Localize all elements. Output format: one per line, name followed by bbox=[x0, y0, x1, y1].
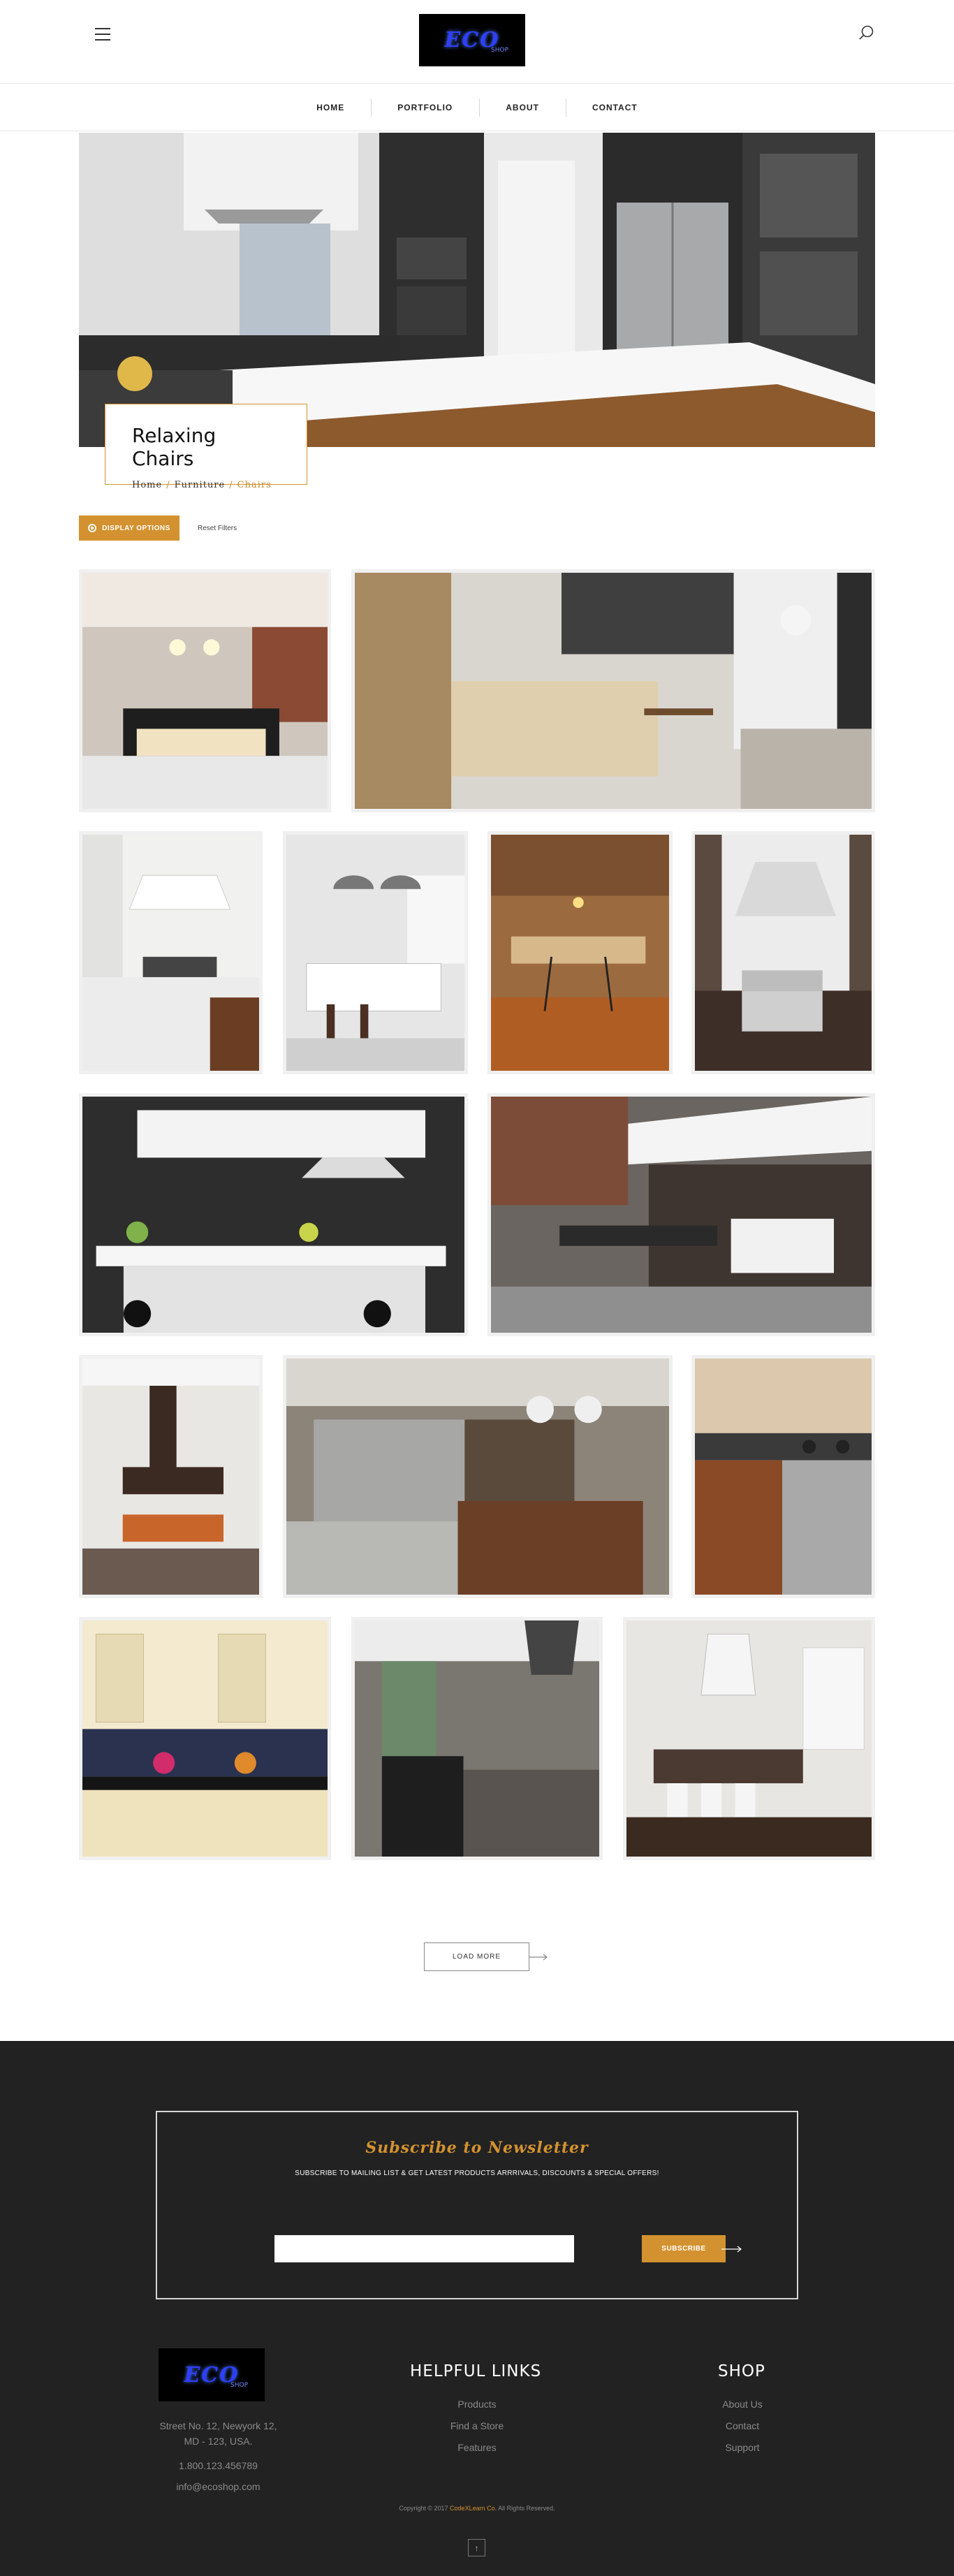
footer-link-products[interactable]: Products bbox=[414, 2399, 540, 2410]
site-header: ECO SHOP bbox=[0, 0, 954, 84]
breadcrumb-current: Chairs bbox=[237, 480, 272, 490]
logo-subtext: SHOP bbox=[491, 47, 508, 54]
footer-link-features[interactable]: Features bbox=[414, 2442, 540, 2453]
gallery-item[interactable] bbox=[487, 1093, 875, 1336]
page-title: Relaxing Chairs bbox=[132, 424, 217, 470]
newsletter-box: Subscribe to Newsletter SUBSCRIBE TO MAI… bbox=[156, 2111, 798, 2299]
gallery-item[interactable] bbox=[283, 1355, 673, 1598]
gallery-item[interactable] bbox=[79, 569, 331, 812]
display-options-label: DISPLAY OPTIONS bbox=[102, 524, 170, 532]
filter-row: DISPLAY OPTIONS Reset Filters bbox=[79, 515, 237, 541]
footer-address: Street No. 12, Newyork 12, MD - 123, USA… bbox=[159, 2420, 277, 2447]
gallery-item[interactable] bbox=[283, 831, 468, 1074]
scroll-top-button[interactable]: ↑ bbox=[468, 2539, 485, 2556]
breadcrumb-furniture[interactable]: Furniture bbox=[175, 480, 226, 490]
page: ECO SHOP HOME PORTFOLIO ABOUT CONTACT Re… bbox=[0, 0, 954, 2576]
nav-contact[interactable]: CONTACT bbox=[565, 98, 664, 117]
nav-home[interactable]: HOME bbox=[290, 103, 371, 112]
footer-phone: 1.800.123.456789 bbox=[179, 2460, 258, 2471]
logo-subtext: SHOP bbox=[230, 2382, 248, 2389]
breadcrumb-home[interactable]: Home bbox=[132, 480, 162, 490]
newsletter-subtitle: SUBSCRIBE TO MAILING LIST & GET LATEST P… bbox=[295, 2169, 659, 2177]
breadcrumb: Home / Furniture / Chairs bbox=[132, 480, 272, 490]
search-icon[interactable] bbox=[858, 24, 876, 42]
copyright-brand[interactable]: CodeXLearn Co. bbox=[450, 2505, 497, 2512]
reset-filters-link[interactable]: Reset Filters bbox=[198, 525, 237, 532]
nav-about[interactable]: ABOUT bbox=[479, 98, 566, 117]
footer-logo[interactable]: ECO SHOP bbox=[159, 2348, 265, 2401]
newsletter-email-input[interactable] bbox=[274, 2235, 574, 2262]
nav-portfolio[interactable]: PORTFOLIO bbox=[371, 98, 479, 117]
footer-email[interactable]: info@ecoshop.com bbox=[133, 2481, 304, 2492]
gallery-item[interactable] bbox=[623, 1617, 875, 1860]
gallery-item[interactable] bbox=[487, 831, 673, 1074]
gallery-item[interactable] bbox=[691, 1355, 875, 1598]
hamburger-icon[interactable] bbox=[95, 28, 113, 42]
gallery-item[interactable] bbox=[79, 1093, 468, 1336]
arrow-right-icon bbox=[529, 1954, 548, 1961]
gallery-item[interactable] bbox=[79, 831, 263, 1074]
gallery-item[interactable] bbox=[351, 1617, 603, 1860]
gallery-item[interactable] bbox=[351, 569, 875, 812]
display-options-button[interactable]: DISPLAY OPTIONS bbox=[79, 515, 179, 541]
copyright: Copyright © 2017 CodeXLearn Co. All Righ… bbox=[399, 2505, 555, 2512]
footer-link-find-store[interactable]: Find a Store bbox=[414, 2420, 540, 2431]
subscribe-button[interactable]: SUBSCRIBE bbox=[642, 2235, 726, 2262]
gallery-item[interactable] bbox=[79, 1355, 263, 1598]
newsletter-title: Subscribe to Newsletter bbox=[365, 2139, 589, 2157]
arrow-right-icon bbox=[721, 2246, 742, 2253]
hero-image bbox=[79, 133, 875, 447]
footer-link-contact[interactable]: Contact bbox=[680, 2420, 805, 2431]
page-title-card: Relaxing Chairs Home / Furniture / Chairs bbox=[105, 404, 307, 490]
helpful-links-title: HELPFUL LINKS bbox=[410, 2362, 542, 2380]
site-footer: Subscribe to Newsletter SUBSCRIBE TO MAI… bbox=[0, 2041, 954, 2576]
shop-title: SHOP bbox=[718, 2362, 765, 2380]
gallery-item[interactable] bbox=[691, 831, 875, 1074]
gear-icon bbox=[88, 524, 97, 532]
main-nav: HOME PORTFOLIO ABOUT CONTACT bbox=[0, 84, 954, 131]
gallery-item[interactable] bbox=[79, 1617, 331, 1860]
site-logo[interactable]: ECO SHOP bbox=[419, 14, 525, 66]
load-more-button[interactable]: LOAD MORE bbox=[424, 1942, 529, 1971]
footer-link-about[interactable]: About Us bbox=[680, 2399, 805, 2410]
footer-link-support[interactable]: Support bbox=[680, 2442, 805, 2453]
